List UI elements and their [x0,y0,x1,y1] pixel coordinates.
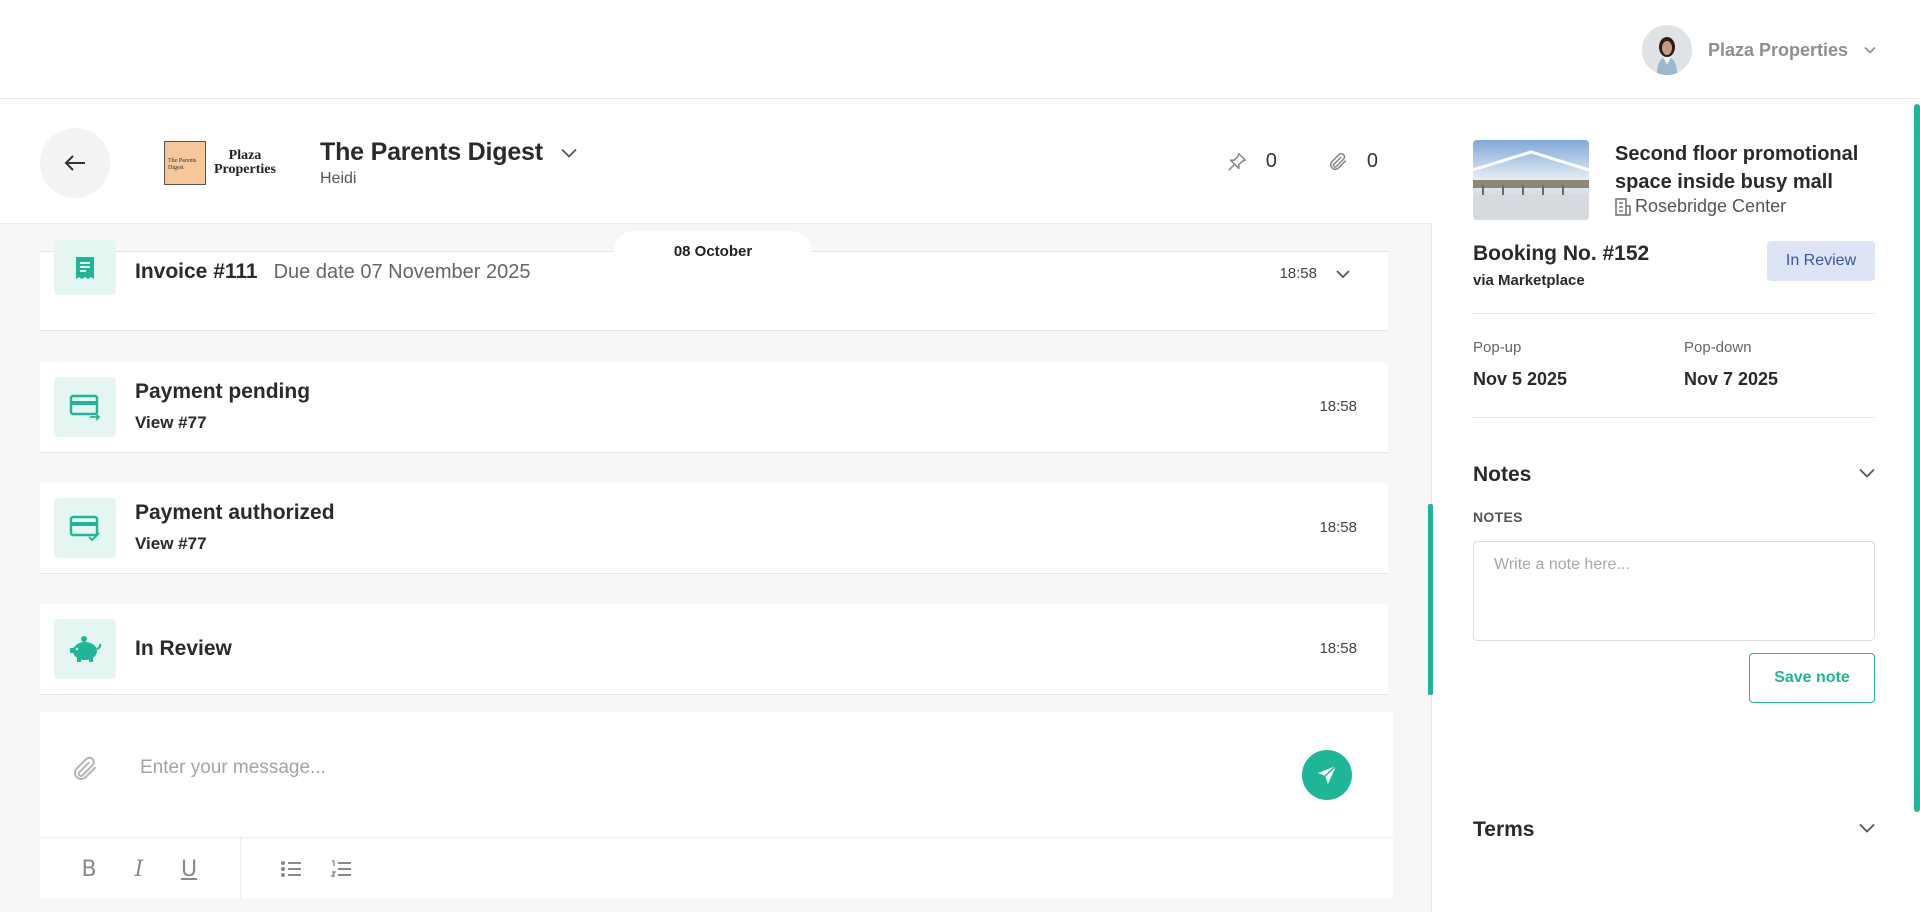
bullet-list-icon[interactable] [276,854,306,884]
event-time: 18:58 [1319,519,1357,536]
event-time: 18:58 [1279,265,1317,282]
invoice-due-date: Due date 07 November 2025 [273,261,531,283]
list-item-payment-pending[interactable]: Payment pending View #77 18:58 [40,362,1388,453]
chevron-down-icon[interactable] [1859,468,1875,478]
chevron-down-icon[interactable] [1336,269,1350,279]
event-title: Payment authorized [135,501,335,524]
panel-scrollbar[interactable] [1914,104,1920,812]
pin-icon [1227,152,1246,171]
toolbar-divider [240,838,241,899]
list-item-in-review[interactable]: In Review 18:58 [40,604,1388,695]
listing-image [1473,140,1589,220]
status-badge: In Review [1767,241,1875,281]
chevron-down-icon[interactable] [1859,823,1875,833]
notes-input[interactable] [1473,541,1875,641]
account-name: Plaza Properties [1707,39,1848,60]
event-time: 18:58 [1319,640,1357,657]
divider [1473,313,1875,314]
card-check-icon [54,498,116,558]
paperclip-icon[interactable] [70,754,100,784]
back-button[interactable] [40,128,110,198]
chevron-down-icon[interactable] [561,148,577,158]
chevron-down-icon [1864,46,1876,54]
chat-header: The Parents Digest Plaza Properties The … [0,100,1432,224]
popup-date: Nov 5 2025 [1473,369,1568,389]
paperclip-icon [1329,152,1346,170]
piggy-bank-icon [54,619,116,679]
pins-count: 0 [1265,150,1277,172]
booking-details-panel: Second floor promotional space inside bu… [1433,100,1920,912]
popdown-label: Pop-down [1684,339,1752,356]
message-input[interactable] [140,748,1140,788]
pins-counter[interactable]: 0 [1226,150,1277,173]
attachments-counter[interactable]: 0 [1327,150,1378,173]
header-counters: 0 0 [1226,150,1378,173]
numbered-list-icon[interactable] [326,854,356,884]
list-item-payment-authorized[interactable]: Payment authorized View #77 18:58 [40,483,1388,574]
date-badge: 08 October [614,231,812,271]
avatar-image [1641,25,1692,75]
conversation-title[interactable]: The Parents Digest [320,138,577,167]
publication-logo: The Parents Digest [164,141,206,185]
avatar [1641,25,1692,75]
event-link[interactable]: View #77 [135,534,207,554]
attachments-count: 0 [1366,150,1378,172]
popdown-date: Nov 7 2025 [1684,369,1779,389]
italic-icon[interactable]: I [124,854,154,884]
event-time: 18:58 [1319,398,1357,415]
booking-source: via Marketplace [1473,272,1585,289]
notes-field-label: NOTES [1473,509,1523,525]
event-title: Payment pending [135,380,311,403]
listing-location: Rosebridge Center [1615,196,1786,217]
divider [1473,417,1875,418]
bold-icon[interactable]: B [74,854,104,884]
save-note-button[interactable]: Save note [1749,653,1875,703]
chat-panel: The Parents Digest Plaza Properties The … [0,100,1432,912]
card-arrow-icon [54,377,116,437]
underline-icon[interactable]: U [174,854,204,884]
booking-number: Booking No. #152 [1473,242,1650,265]
listing-title: Second floor promotional space inside bu… [1615,143,1859,193]
send-icon [1317,765,1337,785]
event-title: Invoice #111 Due date 07 November 2025 [135,260,531,283]
popup-label: Pop-up [1473,339,1522,356]
message-composer: B I U [40,712,1393,899]
event-title: In Review [135,637,232,660]
brand-logo: The Parents Digest Plaza Properties [164,140,278,186]
send-button[interactable] [1302,750,1352,800]
event-link[interactable]: View #77 [135,413,207,433]
notes-section-title[interactable]: Notes [1473,463,1531,487]
formatting-toolbar: B I U [40,837,1393,899]
receipt-icon [54,240,116,295]
brand-name: Plaza Properties [214,148,276,177]
page-title: The Parents Digest [320,138,543,166]
terms-section-title[interactable]: Terms [1473,818,1534,842]
account-menu[interactable]: Plaza Properties [1641,25,1876,75]
conversation-subtitle: Heidi [320,170,357,187]
building-icon [1615,197,1631,216]
top-bar: Plaza Properties [0,0,1920,99]
arrow-left-icon [64,155,85,171]
